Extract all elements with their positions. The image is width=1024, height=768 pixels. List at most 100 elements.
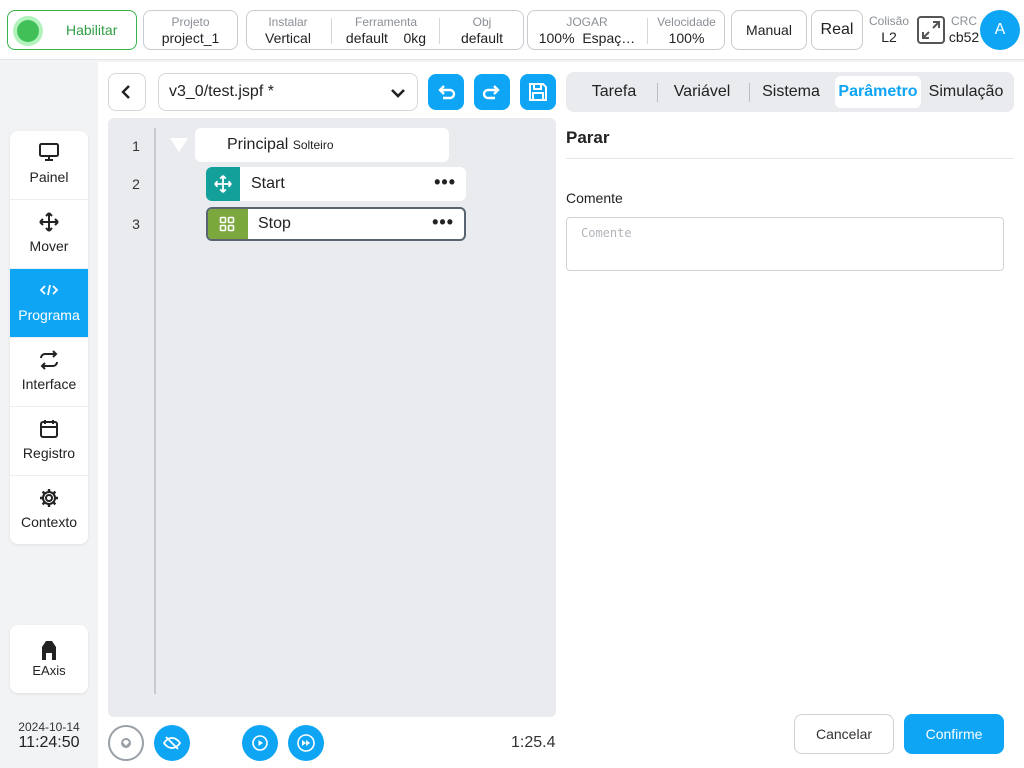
undo-button[interactable] [428,74,464,110]
save-icon [529,83,547,101]
save-button[interactable] [520,74,556,110]
sidebar-item-interface[interactable]: Interface [10,338,88,407]
file-name: v3_0/test.jspf * [169,83,274,100]
tab-simulacao[interactable]: Simulação [924,76,1008,108]
jog-selector[interactable]: JOGAR 100% Espaç… [528,11,646,47]
speed-selector[interactable]: Velocidade 100% [648,11,725,47]
sidebar-item-label: Interface [21,376,77,392]
cancel-button[interactable]: Cancelar [794,714,894,754]
project-selector[interactable]: Projeto project_1 [143,10,238,50]
speed-value: 100% [668,30,705,46]
obj-label: Obj [472,15,492,29]
file-selector[interactable]: v3_0/test.jspf * [158,73,418,111]
tree-node-stop[interactable]: Stop ••• [206,207,466,241]
jog-label: JOGAR [566,15,608,29]
sidebar-item-label: Registro [22,445,76,461]
real-button[interactable]: Real [811,10,863,50]
crc-indicator: CRC cb52 [947,14,981,46]
sidebar: Painel Mover Programa Interface Registro… [10,131,88,544]
back-button[interactable] [108,73,146,111]
divider [566,158,1014,159]
crc-label: CRC [951,14,977,28]
redo-button[interactable] [474,74,510,110]
collision-label: Colisão [868,14,910,28]
top-bar: Habilitar Projeto project_1 Instalar Ver… [0,0,1024,60]
tool-label: Ferramenta [354,15,418,29]
step-button[interactable] [288,725,324,761]
jog-value: 100% Espaç… [528,29,646,47]
gear-icon [40,489,58,507]
grid-icon [219,216,235,232]
enable-label: Habilitar [66,22,118,38]
node-sub-label: Solteiro [292,138,334,152]
tool-selector[interactable]: Ferramenta default 0kg [333,11,439,47]
sidebar-item-label: Painel [29,169,69,185]
project-value: project_1 [161,30,220,46]
eaxis-label: EAxis [32,663,66,678]
eye-off-icon [162,736,182,750]
eaxis-icon [42,641,56,660]
comment-input[interactable] [566,217,1004,271]
program-tree: 1 2 3 Principal Solteiro Start ••• Stop … [108,118,556,717]
tool-name: default [345,30,388,46]
node-label: Stop [258,215,291,232]
confirm-button[interactable]: Confirme [904,714,1004,754]
tree-line [154,128,156,694]
more-icon[interactable]: ••• [434,167,456,197]
sidebar-item-painel[interactable]: Painel [10,131,88,200]
sidebar-item-contexto[interactable]: Contexto [10,476,88,544]
jog-percent: 100% [538,30,575,46]
repeat-arrows-icon [40,350,58,370]
sidebar-item-label: Programa [18,307,80,323]
divider [657,83,658,102]
jog-space: Espaç… [582,30,636,46]
tool-weight: 0kg [403,30,427,46]
eaxis-button[interactable]: EAxis [10,625,88,693]
enable-button[interactable]: Habilitar [7,10,137,50]
sidebar-item-mover[interactable]: Mover [10,200,88,269]
monitor-icon [39,143,59,161]
node-label: Start [251,175,285,192]
hide-button[interactable] [154,725,190,761]
sidebar-item-registro[interactable]: Registro [10,407,88,476]
chevron-down-icon [391,89,405,98]
avatar[interactable]: A [980,10,1020,50]
collapse-all-button[interactable] [108,725,144,761]
install-selector[interactable]: Instalar Vertical [247,11,329,47]
elapsed-time: 1:25.4 [511,734,556,751]
expand-arrows-icon [922,21,940,39]
program-editor: v3_0/test.jspf * 1 2 3 Principal Solteir… [98,62,1024,768]
tree-node-start[interactable]: Start ••• [206,167,466,201]
tab-sistema[interactable]: Sistema [752,76,830,108]
divider [439,18,440,44]
divider [331,18,332,44]
comment-label: Comente [566,190,623,206]
play-button[interactable] [242,725,278,761]
chevron-circle-icon [121,738,131,749]
obj-selector[interactable]: Obj default [441,11,523,47]
undo-icon [438,85,456,100]
panel-title: Parar [566,128,610,147]
tree-node-principal[interactable]: Principal Solteiro [195,128,449,162]
sidebar-item-label: Contexto [20,514,78,530]
enable-status-icon [17,20,39,42]
move-arrows-icon [39,212,59,232]
tab-parametro[interactable]: Parâmetro [835,76,921,108]
panel-tabs: Tarefa Variável Sistema Parâmetro Simula… [566,72,1014,112]
more-icon[interactable]: ••• [432,209,454,237]
install-label: Instalar [268,15,308,29]
fullscreen-icon[interactable] [917,16,945,44]
install-value: Vertical [265,30,311,46]
obj-value: default [460,30,504,46]
tab-variavel[interactable]: Variável [660,76,744,108]
collapse-triangle-icon[interactable] [170,138,188,152]
install-tool-group: Instalar Vertical Ferramenta default 0kg… [246,10,524,50]
jog-speed-group: JOGAR 100% Espaç… Velocidade 100% [527,10,725,50]
fast-forward-icon [297,734,315,752]
speed-label: Velocidade [657,15,716,29]
chevron-left-icon [121,85,130,99]
tab-tarefa[interactable]: Tarefa [576,76,652,108]
project-label: Projeto [171,15,210,29]
manual-button[interactable]: Manual [731,10,807,50]
sidebar-item-programa[interactable]: Programa [10,269,88,338]
